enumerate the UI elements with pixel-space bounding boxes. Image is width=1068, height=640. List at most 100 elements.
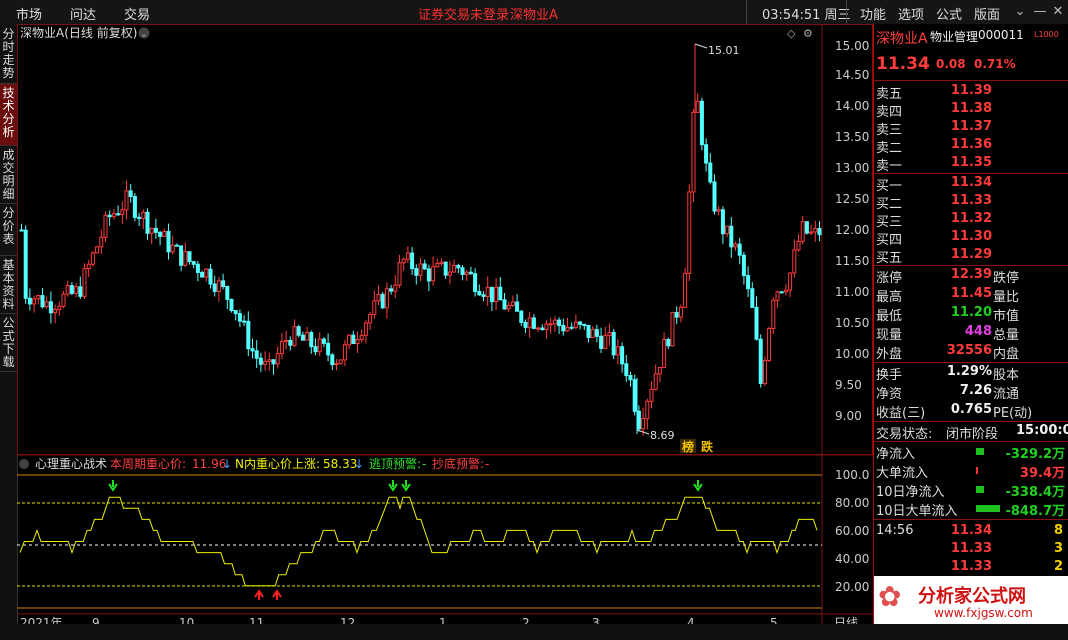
x-label: 10: [179, 616, 194, 624]
tab-price-table[interactable]: 分价表: [0, 204, 17, 256]
sell-row[interactable]: 卖五 11.39: [874, 82, 1068, 102]
tick-row: 11.33 2: [874, 558, 1068, 577]
tab-profile-label: 基本资料: [2, 258, 15, 311]
candle-body: [594, 329, 599, 337]
candle-body: [338, 359, 343, 365]
low-label: 8.69: [650, 429, 675, 442]
candle-body: [519, 310, 524, 323]
tab-intraday[interactable]: 分时走势: [0, 24, 17, 84]
stat-value: 7.26: [959, 383, 992, 398]
top-bar: 市场 问达 交易 证券交易未登录 深物业A 03:54:51 周三 功能 选项 …: [0, 0, 1068, 25]
divider: [874, 80, 1068, 81]
sell-row[interactable]: 卖二 11.36: [874, 136, 1068, 156]
stat-right-label: 量比: [993, 290, 1020, 305]
x-label: 9: [92, 616, 100, 624]
chart-area[interactable]: 深物业A(日线 前复权) ⌄ ◇ ⚙ 15.00 14.50 14.00 13.…: [17, 24, 873, 624]
buy-row[interactable]: 买四 11.30: [874, 228, 1068, 248]
menu-wenda[interactable]: 问达: [70, 4, 96, 23]
candle-body: [729, 225, 734, 248]
candle-body: [788, 272, 793, 291]
down-arrow-icon: ↓: [222, 457, 232, 471]
flow-row: 10日大单流入 -848.7万: [874, 499, 1068, 519]
price-tick: 15.00: [835, 39, 869, 53]
menu-market[interactable]: 市场: [16, 4, 42, 23]
login-notice[interactable]: 证券交易未登录: [418, 4, 509, 23]
menu-options[interactable]: 选项: [898, 4, 924, 23]
tick-vol: 3: [1053, 541, 1063, 556]
kline-chart-svg[interactable]: 深物业A(日线 前复权) ⌄ ◇ ⚙ 15.00 14.50 14.00 13.…: [17, 24, 873, 624]
stat-row: 涨停 12.39 跌停: [874, 266, 1068, 286]
indicator-menu-icon[interactable]: [19, 459, 29, 469]
candle-body: [326, 342, 331, 356]
candle-body: [762, 359, 767, 384]
period-label[interactable]: 日线: [834, 616, 858, 624]
tab-deals[interactable]: 成交明细: [0, 146, 17, 204]
indicator-f1-label: 本周期重心价:: [110, 457, 186, 471]
candle-body: [53, 308, 58, 314]
candle-body: [792, 249, 797, 274]
candle-body: [670, 312, 675, 347]
down-arrow-icon: ↓: [354, 457, 364, 471]
candle-body: [607, 331, 612, 336]
last-price: 11.34: [876, 54, 930, 74]
sell-row[interactable]: 卖一 11.35: [874, 154, 1068, 174]
candle-body: [783, 289, 788, 293]
candle-body: [708, 162, 713, 183]
tab-technical[interactable]: 技术分析: [0, 84, 17, 146]
tab-formula-download[interactable]: 公式下载: [0, 314, 17, 372]
indicator-f4-label: 抄底预警:: [432, 456, 484, 471]
candle-body: [636, 410, 641, 430]
candle-body: [468, 271, 473, 275]
candle-body: [704, 144, 709, 164]
chevron-down-icon[interactable]: ⌄: [1010, 2, 1030, 22]
buy-label: 买五: [876, 251, 903, 266]
candle-body: [74, 286, 79, 294]
trade-state: 闭市阶段: [946, 427, 999, 442]
candle-body: [779, 291, 784, 294]
gear-icon[interactable]: ⚙: [803, 27, 813, 40]
candle-body: [368, 314, 373, 324]
green-down-arrow-icon: [401, 480, 411, 492]
candle-body: [720, 209, 725, 235]
flow-bar: [976, 505, 1000, 512]
candle-body: [586, 325, 591, 338]
stat-label: 现量: [876, 328, 903, 343]
candle-body: [200, 271, 205, 278]
sell-row[interactable]: 卖三 11.37: [874, 118, 1068, 138]
candle-body: [330, 354, 335, 366]
candle-body: [187, 251, 192, 263]
tab-profile[interactable]: 基本资料: [0, 256, 17, 314]
candle-body: [725, 225, 730, 235]
menu-formula[interactable]: 公式: [936, 4, 962, 23]
sell-row[interactable]: 卖四 11.38: [874, 100, 1068, 120]
clock: 03:54:51 周三: [762, 8, 851, 23]
ind-tick: 60.00: [835, 524, 869, 538]
candle-body: [166, 231, 171, 253]
buy-row[interactable]: 买三 11.32: [874, 210, 1068, 230]
candle-body: [334, 363, 339, 366]
stat-value: 448: [964, 324, 992, 339]
candle-body: [355, 338, 360, 345]
candle-body: [657, 366, 662, 375]
buy-row[interactable]: 买二 11.33: [874, 192, 1068, 212]
menu-function[interactable]: 功能: [860, 4, 886, 23]
stat-value: 32556: [946, 343, 992, 358]
candle-body: [548, 323, 553, 326]
menu-trade[interactable]: 交易: [124, 4, 150, 23]
minimize-icon[interactable]: —: [1030, 2, 1050, 22]
menu-layout[interactable]: 版面: [974, 4, 1000, 23]
candle-body: [435, 263, 440, 268]
candle-body: [590, 329, 595, 338]
flow-value: -848.7万: [1005, 504, 1065, 519]
candle-body: [460, 267, 465, 275]
buy-row[interactable]: 买五 11.29: [874, 246, 1068, 266]
buy-row[interactable]: 买一 11.34: [874, 174, 1068, 194]
diamond-icon[interactable]: ◇: [787, 27, 796, 40]
candle-body: [809, 231, 814, 234]
candle-body: [431, 266, 436, 282]
candle-body: [582, 323, 587, 327]
candle-body: [351, 334, 356, 345]
candle-body: [414, 268, 419, 276]
candle-body: [712, 181, 717, 212]
close-icon[interactable]: ✕: [1048, 2, 1068, 22]
